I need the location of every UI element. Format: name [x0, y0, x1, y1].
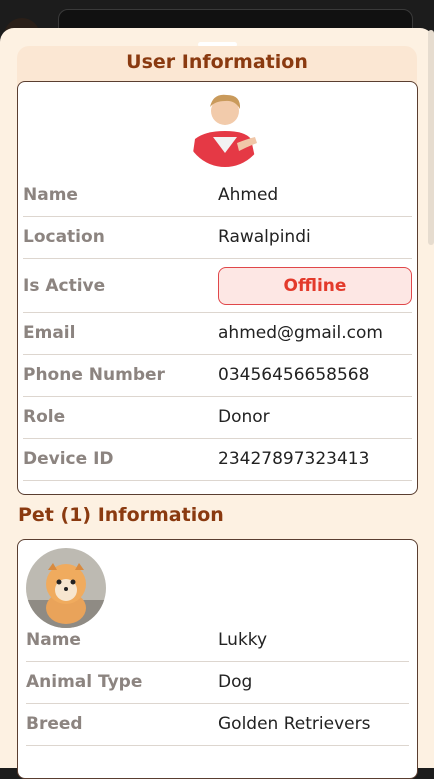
- field-value: 03456456658568: [218, 365, 370, 385]
- field-value: Lukky: [218, 630, 268, 650]
- field-label: Role: [23, 407, 66, 427]
- user-photo: [185, 87, 265, 167]
- user-field-row: Location Rawalpindi: [23, 217, 412, 259]
- user-field-row: Name Ahmed: [23, 175, 412, 217]
- field-label: Name: [23, 185, 78, 205]
- field-label: Name: [26, 630, 81, 650]
- user-field-row: Email ahmed@gmail.com: [23, 313, 412, 355]
- field-label: Phone Number: [23, 365, 165, 385]
- field-label: Device ID: [23, 449, 114, 469]
- field-value: 23427897323413: [218, 449, 370, 469]
- field-label: Email: [23, 323, 76, 343]
- field-value: ahmed@gmail.com: [218, 323, 383, 343]
- pet-photo: [26, 548, 106, 628]
- field-value: Golden Retrievers: [218, 714, 371, 734]
- user-field-row: Role Donor: [23, 397, 412, 439]
- pet-field-row: Name Lukky: [26, 620, 409, 662]
- field-value: Ahmed: [218, 185, 279, 205]
- field-value: Dog: [218, 672, 253, 692]
- section-title-user: User Information: [126, 51, 308, 73]
- field-value: Donor: [218, 407, 270, 427]
- field-label: Location: [23, 227, 105, 247]
- status-badge[interactable]: Offline: [218, 267, 412, 305]
- field-label: Breed: [26, 714, 83, 734]
- user-field-row: Phone Number 03456456658568: [23, 355, 412, 397]
- field-label: Animal Type: [26, 672, 143, 692]
- field-label: Is Active: [23, 276, 106, 296]
- pet-field-row: Animal Type Dog: [26, 662, 409, 704]
- user-field-row: Device ID 23427897323413: [23, 439, 412, 481]
- field-value: Rawalpindi: [218, 227, 311, 247]
- pet-field-row: Breed Golden Retrievers: [26, 704, 409, 746]
- scrollbar[interactable]: [428, 30, 434, 245]
- section-title-pet: Pet (1) Information: [18, 504, 224, 526]
